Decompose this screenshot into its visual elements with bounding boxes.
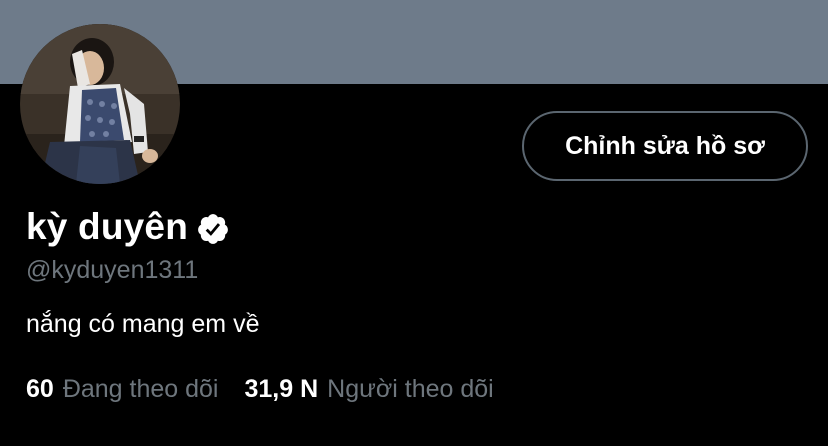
- verified-badge-icon: [196, 212, 230, 246]
- profile-name-row: kỳ duyên: [26, 206, 230, 248]
- profile-stats: 60 Đang theo dõi 31,9 N Người theo dõi: [26, 375, 494, 404]
- avatar[interactable]: [20, 24, 180, 184]
- profile-handle: @kyduyen1311: [26, 256, 199, 284]
- avatar-photo: [20, 24, 180, 184]
- following-count: 60: [26, 375, 54, 403]
- followers-stat-link[interactable]: 31,9 N Người theo dõi: [245, 375, 494, 404]
- edit-profile-button[interactable]: Chỉnh sửa hồ sơ: [522, 111, 808, 181]
- display-name: kỳ duyên: [26, 206, 188, 247]
- following-label: Đang theo dõi: [62, 375, 219, 403]
- followers-label: Người theo dõi: [327, 375, 494, 403]
- followers-count: 31,9 N: [244, 375, 319, 403]
- profile-bio: nắng có mang em về: [26, 310, 260, 338]
- following-stat-link[interactable]: 60 Đang theo dõi: [26, 375, 219, 404]
